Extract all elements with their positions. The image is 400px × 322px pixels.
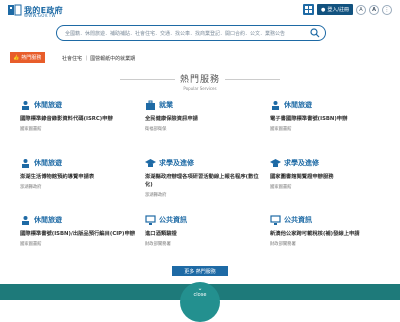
card-category: 休閒旅遊 [34,101,62,109]
service-card[interactable]: 休閒旅遊 電子書國際標準書號(ISBN)申辦 國家圖書館 [270,100,390,132]
leisure-icon [22,215,29,225]
card-agency: 財政部關務署 [145,242,171,247]
card-category: 休閒旅遊 [34,159,62,167]
service-card[interactable]: 休閒旅遊 澎湖生活博物館預約導覽申請表 澎湖縣政府 [20,158,140,190]
hot-links[interactable]: 社會住宅 ｜ 國營報紙中的就業期 [62,55,135,62]
hot-tag-label: 熱門服務 [21,55,42,61]
more-services-button[interactable]: 更多 熱門服務 [172,266,228,276]
card-title: 國際標準書號(ISBN)/出版品預行編目(CIP)申辦 [20,231,136,237]
card-agency: 澎湖縣政府 [145,193,167,198]
card-title: 新澳他公家跨可載稅核(補)發線上申請 [270,231,360,237]
graduation-cap-icon [270,158,281,167]
card-agency: 衛福部衛保 [145,127,167,132]
card-title: 電子書國際標準書號(ISBN)申辦 [270,116,348,122]
card-category: 求學及進修 [284,159,319,167]
service-card[interactable]: 休閒旅遊 國際標準書號(ISBN)/出版品預行編目(CIP)申辦 國家圖書館 [20,215,140,247]
login-button[interactable]: ● 登入/註冊 [316,4,353,15]
card-title: 澎湖縣政府辦理各項研習活動線上報名程序(數位化) [145,174,259,188]
service-card[interactable]: 公共資訊 進口酒類驗證 財政部關務署 [145,214,265,247]
font-size-small-button[interactable]: A [356,4,366,15]
font-size-large-button[interactable]: A [369,4,379,15]
close-button[interactable]: ⌄ close [180,282,220,322]
service-card[interactable]: 就業 全民健康保險資訊申請 衛福部衛保 [145,100,265,132]
card-agency: 國家圖書館 [270,185,292,190]
leisure-icon [22,158,29,168]
card-agency: 國家圖書館 [20,127,42,132]
card-agency: 澎湖縣政府 [20,185,42,190]
card-category: 公共資訊 [284,216,312,224]
search-keywords: 全國籍．休閒旅遊．補助補貼．社會住宅．交通．找公車．找商業登記．開口合約．公文．… [65,31,286,37]
card-category: 休閒旅遊 [34,216,62,224]
thumbs-up-icon: 👍 [13,54,20,61]
close-label: close [193,292,207,298]
section-title: 熱門服務 [179,75,220,85]
monitor-icon [145,214,156,225]
service-card[interactable]: 求學及進修 國家圖書館閱覽證申辦服務 國家圖書館 [270,158,390,190]
card-title: 澎湖生活博物館預約導覽申請表 [20,174,95,180]
card-title: 進口酒類驗證 [145,231,177,237]
card-category: 就業 [159,101,173,109]
card-agency: 國家圖書館 [270,127,292,132]
card-title: 全民健康保險資訊申請 [145,116,198,122]
service-card[interactable]: 休閒旅遊 國際標準錄音錄影資料代碼(ISRC)申辦 國家圖書館 [20,100,140,132]
logo-subtitle: WWW.GOV.TW [24,13,56,18]
service-card[interactable]: 公共資訊 新澳他公家跨可載稅核(補)發線上申請 財政部關務署 [270,214,390,247]
card-category: 公共資訊 [159,216,187,224]
leisure-icon [22,100,29,110]
search-icon[interactable] [310,28,320,38]
leisure-icon [272,100,279,110]
card-title: 國家圖書館閱覽證申辦服務 [270,174,334,180]
login-label: 登入/註冊 [327,7,349,13]
card-agency: 財政部關務署 [270,242,296,247]
search-bar[interactable]: 全國籍．休閒旅遊．補助補貼．社會住宅．交通．找公車．找商業登記．開口合約．公文．… [56,25,326,41]
card-agency: 國家圖書館 [20,242,42,247]
menu-icon[interactable]: ⋮ [382,4,392,15]
hot-services-tag: 👍 熱門服務 [10,52,46,63]
card-title: 國際標準錄音錄影資料代碼(ISRC)申辦 [20,116,113,122]
graduation-cap-icon [145,158,156,167]
briefcase-icon [146,100,155,110]
section-header: 熱門服務 Popular Services [0,72,400,91]
logo-mark-icon [8,4,22,16]
card-category: 休閒旅遊 [284,101,312,109]
card-category: 求學及進修 [159,159,194,167]
site-header: 我的E政府 WWW.GOV.TW ● 登入/註冊 A A ⋮ [0,0,400,22]
user-icon: ● [320,6,326,13]
apps-grid-icon[interactable] [302,4,314,15]
section-subtitle: Popular Services [183,86,217,91]
service-card[interactable]: 求學及進修 澎湖縣政府辦理各項研習活動線上報名程序(數位化) 澎湖縣政府 [145,158,265,198]
monitor-icon [270,214,281,225]
